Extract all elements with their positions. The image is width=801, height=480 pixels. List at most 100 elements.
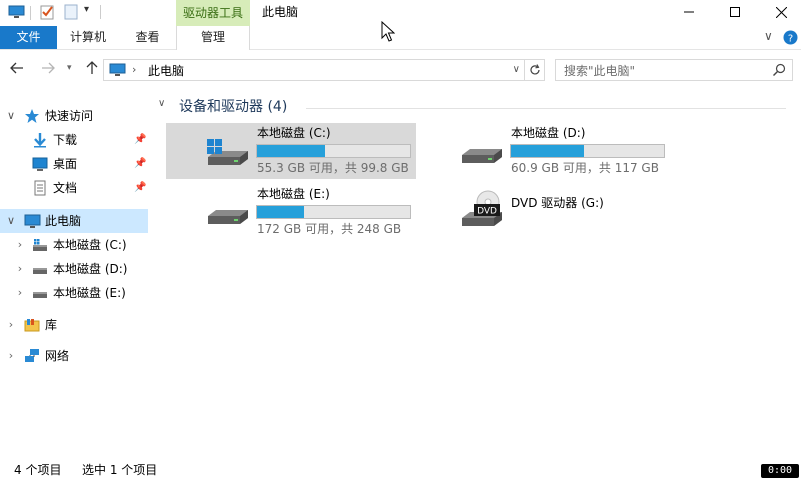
nav-downloads-label: 下载	[53, 133, 78, 147]
usage-bar	[256, 205, 411, 219]
group-divider	[306, 108, 786, 109]
chevron-right-icon[interactable]: ›	[15, 281, 25, 305]
file-explorer-window: ▾ 驱动器工具 此电脑 文件 计算机 查看 管理 ∨ ? ▾ › 此电脑 ∨ 搜…	[0, 0, 801, 480]
usage-bar-fill	[511, 145, 585, 157]
drive-icon	[32, 261, 48, 277]
search-box[interactable]: 搜索"此电脑"	[555, 59, 793, 81]
refresh-icon	[529, 64, 540, 75]
nav-drive-d-label: 本地磁盘 (D:)	[53, 262, 128, 276]
chevron-right-icon[interactable]: ›	[15, 257, 25, 281]
nav-this-pc-label: 此电脑	[45, 214, 82, 228]
toolbar-divider	[100, 5, 101, 19]
drive-tile-d[interactable]: 本地磁盘 (D:) 60.9 GB 可用，共 117 GB	[420, 123, 670, 179]
refresh-button[interactable]	[525, 59, 545, 81]
close-button[interactable]	[758, 0, 801, 24]
drive-space-info: 60.9 GB 可用，共 117 GB	[511, 161, 659, 175]
item-count: 4 个项目	[14, 463, 62, 477]
new-folder-icon[interactable]	[64, 4, 78, 23]
nav-drive-c[interactable]: › 本地磁盘 (C:)	[0, 233, 148, 257]
selection-count: 选中 1 个项目	[82, 463, 158, 477]
pin-icon[interactable]: 📌	[134, 152, 146, 176]
windows-drive-icon	[204, 135, 254, 175]
chevron-down-icon[interactable]: ∨	[6, 209, 16, 233]
drive-icon	[458, 137, 508, 177]
nav-documents[interactable]: 文档 📌	[0, 176, 148, 200]
breadcrumb-this-pc[interactable]: 此电脑	[148, 63, 184, 79]
usage-bar-fill	[257, 206, 304, 218]
toolbar-divider	[30, 6, 31, 20]
help-icon[interactable]: ?	[783, 30, 798, 48]
chevron-right-icon[interactable]: ›	[6, 344, 16, 368]
up-button[interactable]	[86, 61, 98, 78]
nav-drive-e[interactable]: › 本地磁盘 (E:)	[0, 281, 148, 305]
tab-computer[interactable]: 计算机	[57, 26, 119, 49]
nav-this-pc[interactable]: ∨ 此电脑	[0, 209, 148, 233]
windows-drive-icon	[32, 237, 48, 253]
drive-space-info: 172 GB 可用，共 248 GB	[257, 222, 402, 236]
nav-desktop[interactable]: 桌面 📌	[0, 152, 148, 176]
this-pc-icon	[109, 63, 126, 80]
drive-tile-e[interactable]: 本地磁盘 (E:) 172 GB 可用，共 248 GB	[166, 184, 416, 240]
clock-overlay: 0:00	[761, 464, 799, 478]
chevron-down-icon[interactable]: ∨	[158, 98, 165, 109]
status-bar: 4 个项目 选中 1 个项目	[0, 459, 801, 480]
minimize-icon	[684, 11, 694, 13]
recent-locations-icon[interactable]: ▾	[67, 63, 72, 73]
back-button[interactable]	[10, 61, 24, 78]
tab-manage[interactable]: 管理	[176, 26, 250, 50]
pin-icon[interactable]: 📌	[134, 176, 146, 200]
nav-libraries[interactable]: › 库	[0, 313, 148, 337]
address-row: ▾ › 此电脑 ∨ 搜索"此电脑"	[0, 51, 801, 89]
usage-bar	[256, 144, 411, 158]
search-icon[interactable]	[772, 63, 786, 80]
pin-icon[interactable]: 📌	[134, 128, 146, 152]
content-pane: ∨ 设备和驱动器 (4) 本地磁盘 (C:) 55.3 GB 可用，共 99.8…	[150, 89, 801, 459]
library-icon	[24, 317, 40, 333]
mouse-cursor-icon	[381, 20, 396, 46]
title-bar: ▾ 驱动器工具 此电脑	[0, 0, 801, 26]
customize-toolbar-icon[interactable]: ▾	[84, 4, 89, 15]
drive-space-info: 55.3 GB 可用，共 99.8 GB	[257, 161, 409, 175]
breadcrumb-chevron-icon[interactable]: ›	[132, 63, 136, 76]
up-arrow-icon	[86, 61, 98, 74]
chevron-down-icon[interactable]: ∨	[6, 104, 16, 128]
address-bar[interactable]: › 此电脑 ∨	[103, 59, 525, 81]
drive-name: 本地磁盘 (C:)	[257, 126, 331, 140]
nav-network-label: 网络	[45, 349, 70, 363]
drive-name: 本地磁盘 (D:)	[511, 126, 586, 140]
navigation-pane: ∨ 快速访问 下载 📌 桌面 📌 文档 📌 ∨ 此电脑 › 本地磁盘 (C:) …	[0, 89, 150, 459]
nav-drive-e-label: 本地磁盘 (E:)	[53, 286, 126, 300]
this-pc-icon	[24, 213, 41, 229]
drive-tools-context-tab: 驱动器工具	[176, 0, 250, 26]
star-icon	[24, 108, 40, 124]
window-title: 此电脑	[262, 5, 299, 19]
minimize-button[interactable]	[666, 0, 712, 24]
this-pc-icon[interactable]	[8, 5, 25, 22]
forward-button[interactable]	[41, 61, 55, 78]
document-icon	[32, 180, 48, 196]
back-arrow-icon	[10, 62, 23, 74]
address-history-icon[interactable]: ∨	[513, 64, 520, 75]
usage-bar-fill	[257, 145, 326, 157]
forward-arrow-icon	[42, 62, 55, 74]
expand-ribbon-icon[interactable]: ∨	[764, 29, 773, 43]
drive-tile-c[interactable]: 本地磁盘 (C:) 55.3 GB 可用，共 99.8 GB	[166, 123, 416, 179]
maximize-icon	[730, 7, 740, 17]
desktop-icon	[32, 156, 48, 172]
dvd-icon-label: DVD	[477, 207, 497, 217]
nav-drive-d[interactable]: › 本地磁盘 (D:)	[0, 257, 148, 281]
maximize-button[interactable]	[712, 0, 758, 24]
drive-icon	[32, 285, 48, 301]
tab-file[interactable]: 文件	[0, 26, 57, 49]
drive-tile-g[interactable]: DVD DVD 驱动器 (G:)	[420, 184, 670, 240]
chevron-right-icon[interactable]: ›	[6, 313, 16, 337]
devices-group-header[interactable]: ∨ 设备和驱动器 (4)	[156, 98, 786, 118]
nav-network[interactable]: › 网络	[0, 344, 148, 368]
tab-view[interactable]: 查看	[119, 26, 176, 49]
nav-quick-access[interactable]: ∨ 快速访问	[0, 104, 148, 128]
drive-name: DVD 驱动器 (G:)	[511, 196, 604, 210]
nav-downloads[interactable]: 下载 📌	[0, 128, 148, 152]
properties-icon[interactable]	[40, 4, 55, 23]
nav-libraries-label: 库	[45, 318, 58, 332]
chevron-right-icon[interactable]: ›	[15, 233, 25, 257]
